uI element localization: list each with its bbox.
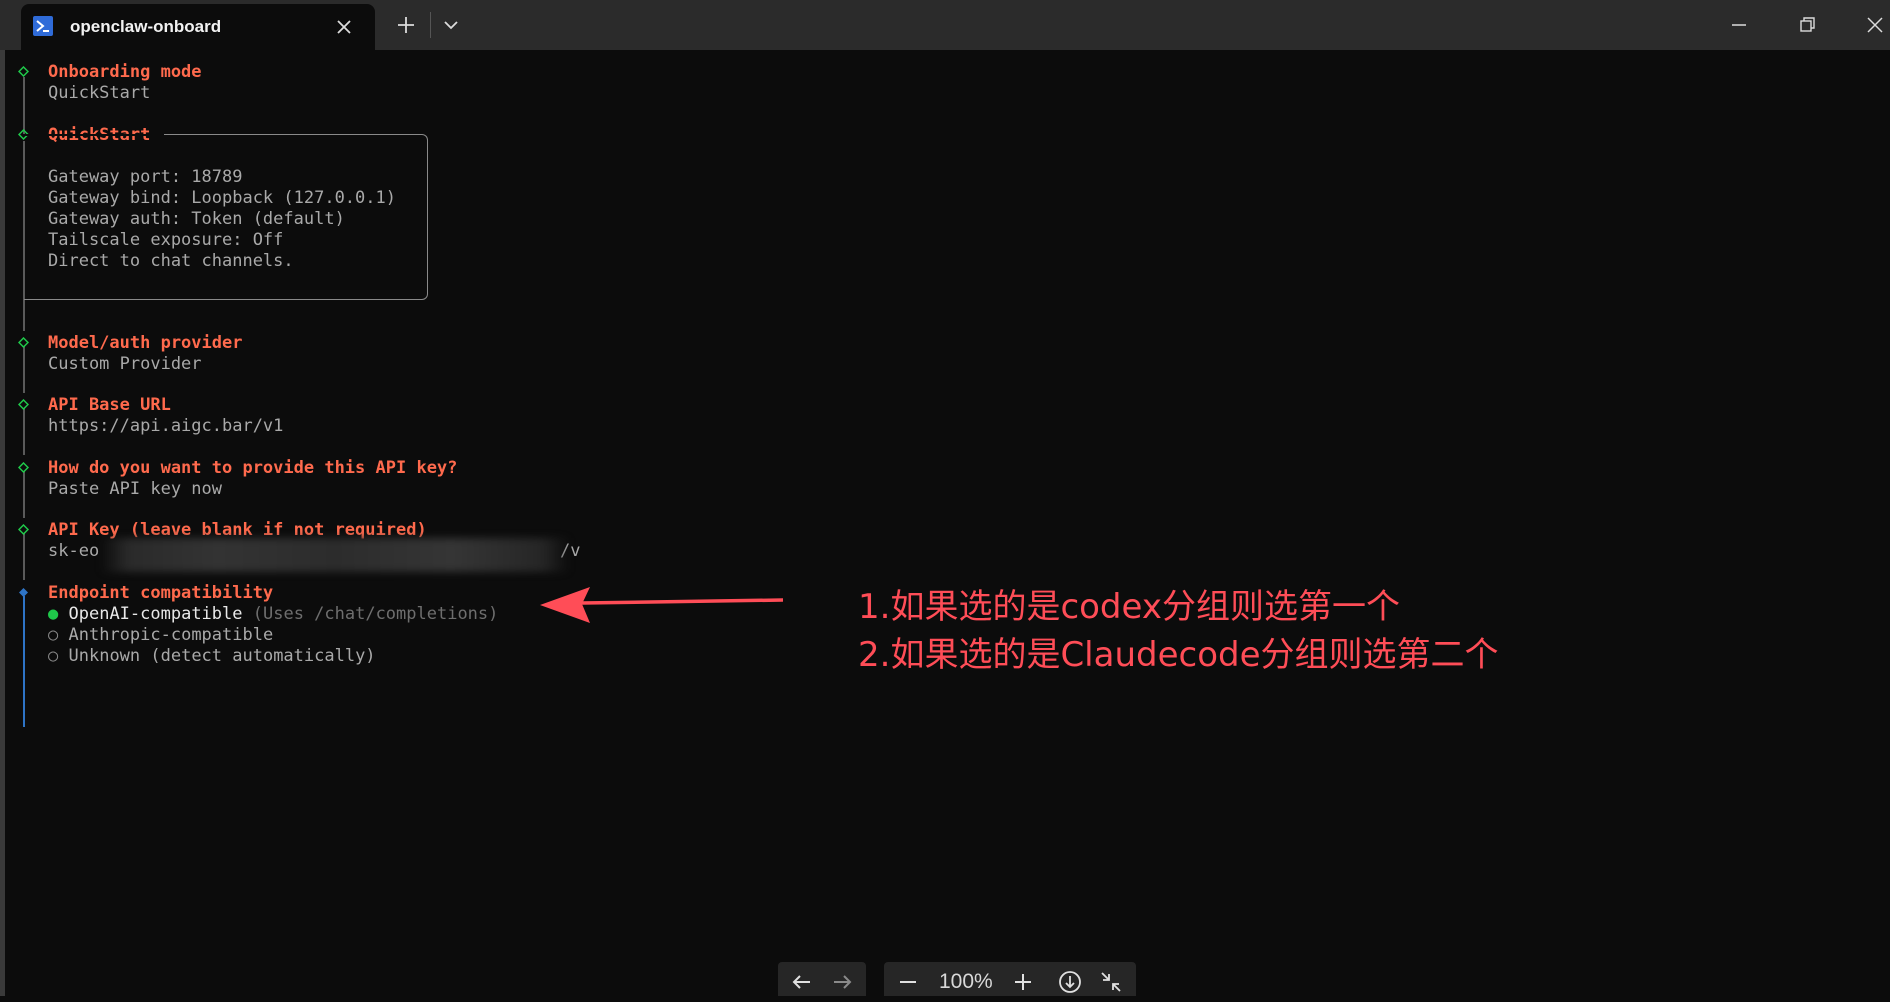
zoom-out-icon[interactable] xyxy=(896,970,920,994)
exit-fullscreen-icon[interactable] xyxy=(1099,970,1123,994)
zoom-level: 100% xyxy=(939,970,993,993)
chevron-down-icon[interactable] xyxy=(436,10,466,40)
tab-title: openclaw-onboard xyxy=(70,17,222,36)
redacted-api-key-blur xyxy=(100,538,570,572)
endpoint-option-openai[interactable]: ● OpenAI-compatible (Uses /chat/completi… xyxy=(48,604,498,625)
guide-bar xyxy=(23,346,25,393)
step-label-onboarding-mode: Onboarding mode xyxy=(48,62,202,82)
step-label-api-base-url: API Base URL xyxy=(48,395,171,415)
guide-bar-active xyxy=(23,596,25,727)
quickstart-line: Direct to chat channels. xyxy=(48,251,294,271)
endpoint-option-anthropic[interactable]: ○ Anthropic-compatible xyxy=(48,625,273,646)
zoom-toolbar: 100% xyxy=(884,962,1136,996)
tab-openclaw-onboard[interactable]: openclaw-onboard xyxy=(21,4,375,50)
new-tab-plus-icon[interactable] xyxy=(391,10,421,40)
quickstart-line: Gateway port: 18789 xyxy=(48,167,243,187)
window-close-icon[interactable] xyxy=(1860,10,1890,40)
step-label-model-provider: Model/auth provider xyxy=(48,333,243,353)
minimize-icon[interactable] xyxy=(1724,10,1754,40)
annotation-line-1: 1.如果选的是codex分组则选第一个 xyxy=(858,587,1400,627)
restore-icon[interactable] xyxy=(1792,10,1822,40)
arrow-right-icon[interactable] xyxy=(830,970,854,994)
download-icon[interactable] xyxy=(1058,970,1082,994)
unselected-circle-icon: ○ xyxy=(48,625,59,645)
step-done-diamond-icon xyxy=(18,462,29,473)
step-done-diamond-icon xyxy=(18,524,29,535)
annotation-line-2: 2.如果选的是Claudecode分组则选第二个 xyxy=(858,635,1499,675)
step-active-diamond-icon xyxy=(19,588,28,597)
annotation-arrow-icon xyxy=(540,587,783,623)
guide-bar xyxy=(23,77,25,134)
close-icon[interactable] xyxy=(334,17,354,37)
step-done-diamond-icon xyxy=(18,399,29,410)
api-key-prefix: sk-eo xyxy=(48,541,100,561)
image-nav-toolbar xyxy=(778,962,866,996)
step-value-api-base-url: https://api.aigc.bar/v1 xyxy=(48,416,284,436)
zoom-in-icon[interactable] xyxy=(1011,970,1035,994)
box-label-gap xyxy=(24,134,164,136)
title-bar: openclaw-onboard xyxy=(0,0,1890,50)
step-done-diamond-icon xyxy=(18,337,29,348)
guide-bar xyxy=(23,533,25,580)
quickstart-line: Gateway auth: Token (default) xyxy=(48,209,345,229)
endpoint-option-unknown[interactable]: ○ Unknown (detect automatically) xyxy=(48,646,376,667)
step-label-endpoint: Endpoint compatibility xyxy=(48,583,274,603)
quickstart-line: Gateway bind: Loopback (127.0.0.1) xyxy=(48,188,396,208)
tab-separator xyxy=(430,12,431,38)
step-value-onboarding-mode: QuickStart xyxy=(48,83,151,103)
powershell-icon xyxy=(33,16,53,36)
quickstart-line: Tailscale exposure: Off xyxy=(48,230,284,250)
step-label-api-key-method: How do you want to provide this API key? xyxy=(48,458,458,478)
guide-bar xyxy=(23,471,25,518)
guide-bar xyxy=(23,408,25,455)
step-value-api-key-method: Paste API key now xyxy=(48,479,222,499)
terminal-pane[interactable]: Onboarding mode QuickStart QuickStart Ga… xyxy=(0,50,1890,996)
unselected-circle-icon: ○ xyxy=(48,646,59,666)
step-value-model-provider: Custom Provider xyxy=(48,354,202,374)
selected-dot-icon: ● xyxy=(48,604,59,624)
arrow-left-icon[interactable] xyxy=(790,970,814,994)
step-done-diamond-icon xyxy=(18,66,29,77)
